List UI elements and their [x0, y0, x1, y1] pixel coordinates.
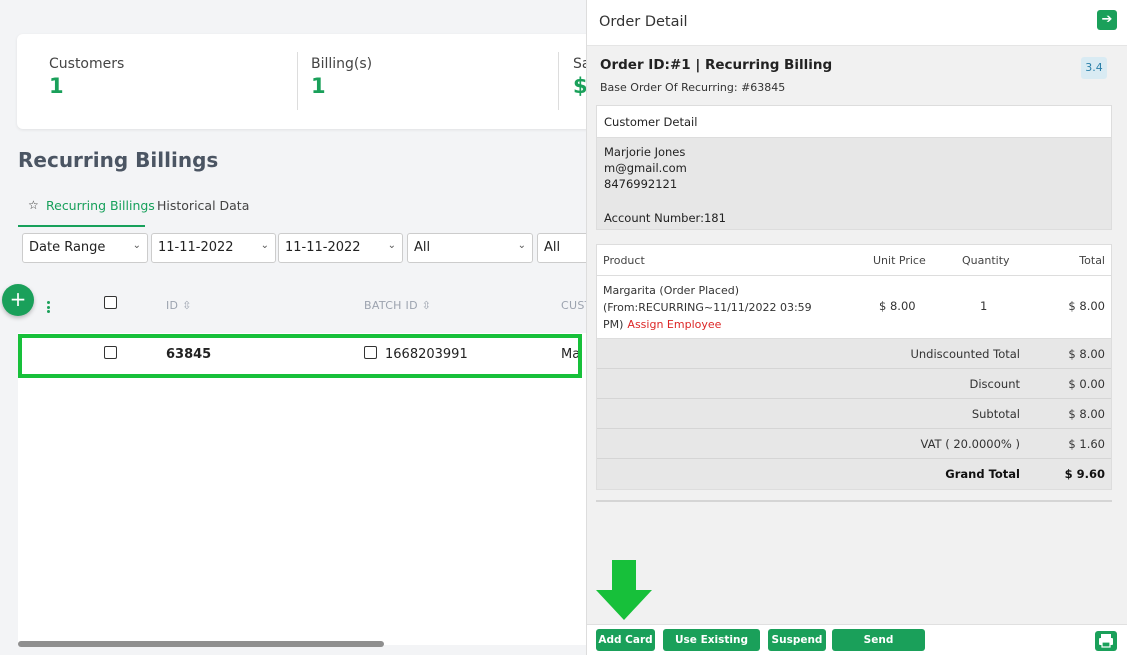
- product-unit-price: $ 8.00: [879, 299, 916, 313]
- table-header: ID ⇳ BATCH ID ⇳ CUST: [18, 277, 591, 333]
- add-card-button[interactable]: Add Card: [596, 629, 655, 651]
- status-filter-value: All: [414, 240, 431, 255]
- date-from-select[interactable]: 11-11-2022 ⌄: [151, 233, 276, 263]
- product-row: Margarita (Order Placed) (From:RECURRING…: [597, 276, 1111, 339]
- header-unit-price: Unit Price: [873, 254, 926, 267]
- grand-total-label: Grand Total: [945, 467, 1020, 481]
- sort-icon: ⇳: [421, 299, 432, 312]
- totals-value: $ 8.00: [1068, 347, 1105, 361]
- header-product: Product: [603, 254, 645, 267]
- chevron-down-icon: ⌄: [387, 240, 396, 251]
- header-label: BATCH ID: [364, 299, 418, 312]
- row-highlight-annotation: [18, 334, 582, 378]
- arrow-down-annotation-icon: [596, 560, 652, 620]
- grand-total-row: Grand Total $ 9.60: [597, 459, 1111, 489]
- section-divider: [596, 500, 1112, 502]
- stat-label: Billing(s): [311, 56, 373, 72]
- date-range-select[interactable]: Date Range ⌄: [22, 233, 148, 263]
- date-to-value: 11-11-2022: [285, 240, 361, 255]
- status-filter-select[interactable]: All ⌄: [407, 233, 533, 263]
- page-title: Recurring Billings: [18, 148, 219, 172]
- product-table-header: Product Unit Price Quantity Total: [597, 245, 1111, 276]
- star-icon: ☆: [28, 198, 39, 212]
- stat-divider: [297, 52, 298, 110]
- order-subtitle: Base Order Of Recurring: #63845: [600, 81, 786, 94]
- type-filter-value: All: [544, 240, 561, 255]
- suspend-button[interactable]: Suspend: [768, 629, 826, 651]
- header-total: Total: [1079, 254, 1105, 267]
- product-quantity: 1: [980, 299, 988, 313]
- print-button[interactable]: [1095, 631, 1117, 651]
- customer-account-number: Account Number:181: [604, 211, 726, 225]
- send-agreement-button[interactable]: Send Agreement: [832, 629, 925, 651]
- customer-name: Marjorie Jones: [604, 145, 686, 159]
- header-label: ID: [166, 299, 179, 312]
- add-button[interactable]: +: [2, 284, 34, 316]
- date-from-value: 11-11-2022: [158, 240, 234, 255]
- totals-row: VAT ( 20.0000% ) $ 1.60: [597, 429, 1111, 459]
- column-header-batch-id[interactable]: BATCH ID ⇳: [364, 299, 431, 312]
- column-header-id[interactable]: ID ⇳: [166, 299, 192, 312]
- stats-card: Customers 1 Billing(s) 1 Sa $: [17, 34, 617, 129]
- totals-value: $ 0.00: [1068, 377, 1105, 391]
- totals-label: Discount: [969, 377, 1021, 391]
- customer-email: m@gmail.com: [604, 161, 687, 175]
- product-total: $ 8.00: [1068, 299, 1105, 313]
- horizontal-scrollbar[interactable]: [18, 641, 384, 647]
- tab-bar: ☆ Recurring Billings Historical Data: [18, 190, 598, 228]
- date-to-select[interactable]: 11-11-2022 ⌄: [278, 233, 403, 263]
- totals-value: $ 1.60: [1068, 437, 1105, 451]
- printer-icon: [1099, 634, 1113, 648]
- totals-row: Undiscounted Total $ 8.00: [597, 339, 1111, 369]
- totals-label: Undiscounted Total: [910, 347, 1020, 361]
- billings-table: ID ⇳ BATCH ID ⇳ CUST 63845 1668203991 Ma: [18, 277, 591, 645]
- stat-billings: Billing(s) 1: [311, 56, 372, 98]
- close-panel-button[interactable]: ➔: [1097, 10, 1117, 30]
- stat-divider: [558, 52, 559, 110]
- order-detail-panel: Order Detail ➔ Order ID:#1 | Recurring B…: [586, 0, 1127, 655]
- panel-title: Order Detail: [599, 14, 688, 30]
- totals-row: Discount $ 0.00: [597, 369, 1111, 399]
- product-table: Product Unit Price Quantity Total Margar…: [596, 244, 1112, 490]
- arrow-right-icon: ➔: [1101, 12, 1113, 27]
- product-name: Margarita (Order Placed) (From:RECURRING…: [603, 282, 833, 333]
- date-range-value: Date Range: [29, 240, 106, 255]
- panel-header: Order Detail ➔: [587, 0, 1127, 46]
- customer-detail-heading: Customer Detail: [597, 106, 1111, 138]
- tab-recurring-billings[interactable]: Recurring Billings: [46, 198, 155, 213]
- version-badge: 3.4: [1081, 57, 1107, 79]
- header-quantity: Quantity: [962, 254, 1010, 267]
- chevron-down-icon: ⌄: [132, 240, 141, 251]
- stat-value: 1: [49, 74, 64, 98]
- chevron-down-icon: ⌄: [260, 240, 269, 251]
- order-title: Order ID:#1 | Recurring Billing: [600, 57, 833, 73]
- stat-label: Customers: [49, 56, 125, 72]
- select-all-checkbox[interactable]: [104, 296, 117, 309]
- column-menu-icon[interactable]: [47, 301, 51, 313]
- tab-active-indicator: [18, 225, 145, 227]
- customer-phone: 8476992121: [604, 177, 678, 191]
- stat-customers: Customers 1: [49, 56, 124, 98]
- totals-value: $ 8.00: [1068, 407, 1105, 421]
- panel-footer: Add Card Use Existing Card Suspend Send …: [587, 624, 1127, 655]
- chevron-down-icon: ⌄: [517, 240, 526, 251]
- totals-label: VAT ( 20.0000% ): [920, 437, 1020, 451]
- use-existing-card-button[interactable]: Use Existing Card: [663, 629, 760, 651]
- assign-employee-link[interactable]: Assign Employee: [627, 318, 721, 331]
- grand-total-value: $ 9.60: [1064, 467, 1105, 481]
- stat-value: 1: [311, 74, 326, 98]
- totals-row: Subtotal $ 8.00: [597, 399, 1111, 429]
- totals-label: Subtotal: [971, 407, 1020, 421]
- sort-icon: ⇳: [182, 299, 192, 312]
- tab-historical-data[interactable]: Historical Data: [157, 198, 249, 213]
- customer-detail-box: Customer Detail Marjorie Jones m@gmail.c…: [596, 105, 1112, 230]
